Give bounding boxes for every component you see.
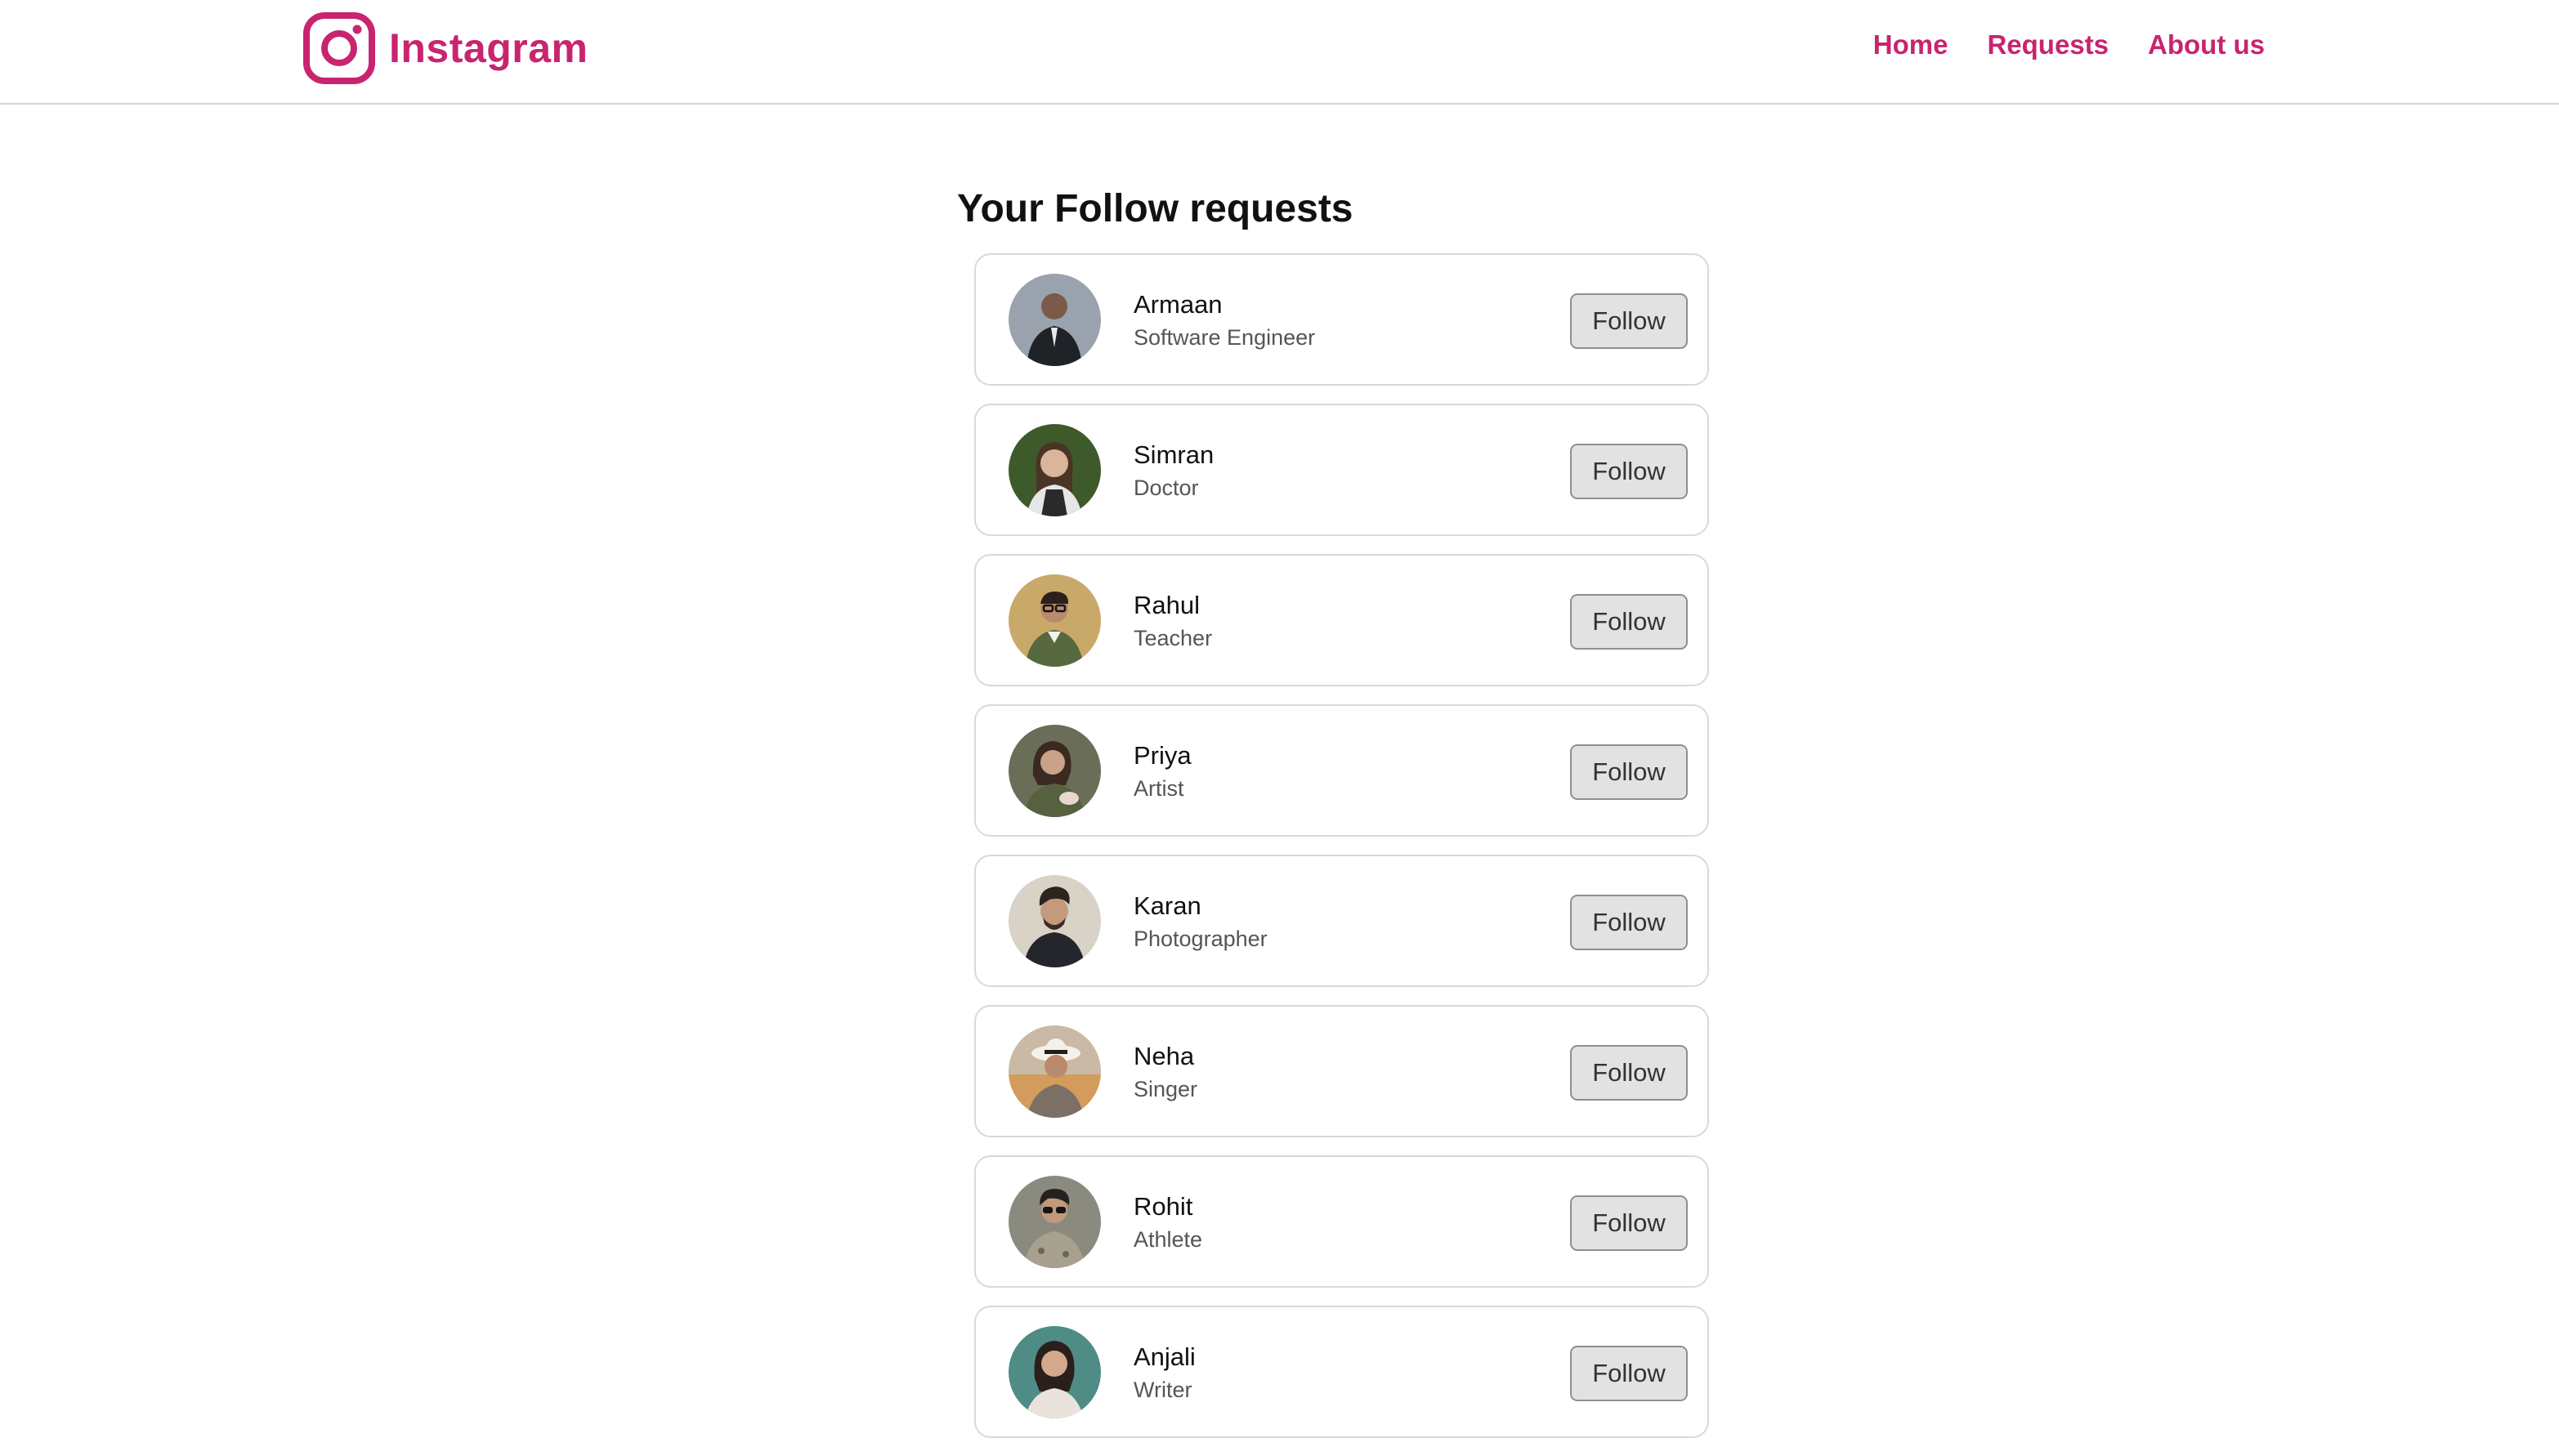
request-card-karan: Karan Photographer Follow bbox=[974, 855, 1709, 987]
request-info: Armaan Software Engineer bbox=[1134, 289, 1315, 352]
request-name: Simran bbox=[1134, 440, 1215, 469]
request-name: Neha bbox=[1134, 1042, 1195, 1070]
person-photo-icon bbox=[1009, 574, 1101, 667]
avatar bbox=[1009, 1176, 1101, 1268]
avatar bbox=[1009, 725, 1101, 817]
person-photo-icon bbox=[1009, 725, 1101, 817]
avatar bbox=[1009, 274, 1101, 366]
follow-button[interactable]: Follow bbox=[1570, 444, 1688, 499]
person-photo-icon bbox=[1009, 1176, 1101, 1268]
request-role: Photographer bbox=[1134, 927, 1268, 951]
request-info: Simran Doctor bbox=[1134, 440, 1214, 502]
person-photo-icon bbox=[1009, 875, 1101, 967]
request-role: Doctor bbox=[1134, 476, 1199, 500]
request-name: Anjali bbox=[1134, 1342, 1196, 1371]
brand[interactable]: Instagram bbox=[302, 11, 588, 85]
request-role: Singer bbox=[1134, 1077, 1198, 1101]
person-photo-icon bbox=[1009, 1326, 1101, 1418]
request-card-neha: Neha Singer Follow bbox=[974, 1005, 1709, 1137]
brand-name: Instagram bbox=[389, 25, 588, 71]
request-role: Software Engineer bbox=[1134, 325, 1316, 350]
page-title: Your Follow requests bbox=[957, 187, 1353, 230]
follow-button[interactable]: Follow bbox=[1570, 895, 1688, 950]
request-card-armaan: Armaan Software Engineer Follow bbox=[974, 253, 1709, 386]
person-photo-icon bbox=[1009, 424, 1101, 516]
follow-button[interactable]: Follow bbox=[1570, 594, 1688, 650]
request-name: Armaan bbox=[1134, 290, 1223, 319]
request-card-rohit: Rohit Athlete Follow bbox=[974, 1155, 1709, 1288]
request-name: Karan bbox=[1134, 891, 1201, 920]
nav-link-about-us[interactable]: About us bbox=[2148, 29, 2265, 60]
follow-button[interactable]: Follow bbox=[1570, 293, 1688, 349]
avatar bbox=[1009, 1326, 1101, 1418]
follow-button[interactable]: Follow bbox=[1570, 1045, 1688, 1101]
top-navbar: Instagram Home Requests About us bbox=[0, 0, 2559, 105]
request-name: Rahul bbox=[1134, 591, 1200, 619]
nav-link-home[interactable]: Home bbox=[1873, 29, 1948, 60]
nav-links: Home Requests About us bbox=[1873, 29, 2265, 60]
request-card-anjali: Anjali Writer Follow bbox=[974, 1306, 1709, 1438]
avatar bbox=[1009, 875, 1101, 967]
person-photo-icon bbox=[1009, 274, 1101, 366]
request-info: Rohit Athlete bbox=[1134, 1191, 1202, 1254]
request-info: Anjali Writer bbox=[1134, 1342, 1196, 1405]
request-info: Karan Photographer bbox=[1134, 891, 1268, 954]
follow-request-list: Armaan Software Engineer Follow Simran D… bbox=[974, 253, 1709, 1456]
person-photo-icon bbox=[1009, 1025, 1101, 1118]
request-info: Neha Singer bbox=[1134, 1041, 1197, 1104]
avatar bbox=[1009, 424, 1101, 516]
request-name: Rohit bbox=[1134, 1192, 1193, 1221]
follow-button[interactable]: Follow bbox=[1570, 1195, 1688, 1251]
nav-link-requests[interactable]: Requests bbox=[1987, 29, 2109, 60]
request-info: Priya Artist bbox=[1134, 740, 1192, 803]
request-role: Teacher bbox=[1134, 626, 1213, 650]
avatar bbox=[1009, 574, 1101, 667]
request-role: Artist bbox=[1134, 776, 1184, 801]
instagram-logo-icon bbox=[303, 12, 375, 84]
follow-button[interactable]: Follow bbox=[1570, 744, 1688, 800]
follow-button[interactable]: Follow bbox=[1570, 1346, 1688, 1401]
request-info: Rahul Teacher bbox=[1134, 590, 1212, 653]
request-card-rahul: Rahul Teacher Follow bbox=[974, 554, 1709, 686]
request-role: Writer bbox=[1134, 1378, 1192, 1402]
avatar bbox=[1009, 1025, 1101, 1118]
request-card-priya: Priya Artist Follow bbox=[974, 704, 1709, 837]
request-name: Priya bbox=[1134, 741, 1192, 770]
request-card-simran: Simran Doctor Follow bbox=[974, 404, 1709, 536]
request-role: Athlete bbox=[1134, 1227, 1203, 1252]
